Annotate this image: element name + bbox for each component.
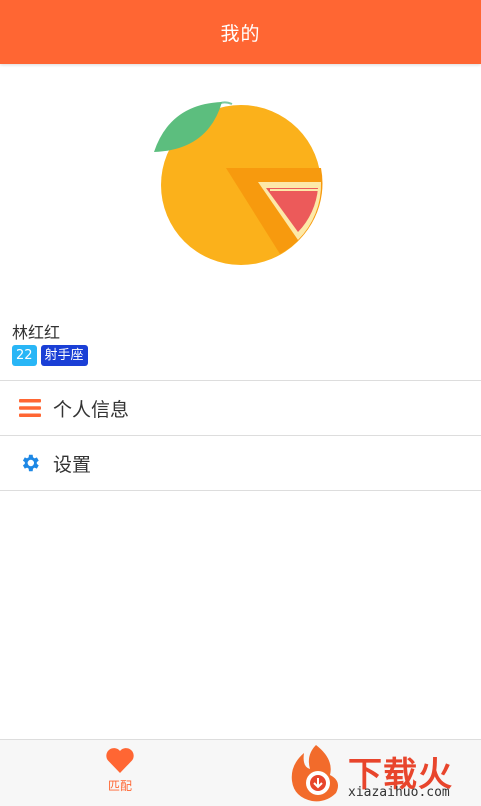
menu-item-label: 设置 (53, 453, 92, 476)
avatar[interactable] (150, 92, 330, 272)
tab-match[interactable]: 匹配 (80, 740, 160, 806)
page-title: 我的 (220, 22, 261, 45)
watermark-logo: 下载火 xiazaihuo.com (286, 741, 481, 805)
menu-item-personal-info[interactable]: 个人信息 (0, 381, 481, 436)
age-badge: 22 (12, 345, 37, 366)
watermark-url: xiazaihuo.com (348, 785, 450, 800)
zodiac-badge: 射手座 (40, 345, 88, 366)
profile-tags: 22 射手座 (12, 345, 88, 366)
orange-avatar-icon (154, 101, 323, 265)
list-icon (18, 396, 42, 420)
gear-icon (18, 451, 42, 475)
flame-logo-icon (291, 745, 338, 802)
user-name: 林红红 (12, 323, 61, 342)
heart-icon (105, 747, 135, 777)
settings-menu: 个人信息 设置 (0, 380, 481, 491)
tab-label: 匹配 (107, 779, 132, 793)
menu-item-label: 个人信息 (53, 398, 130, 421)
menu-item-settings[interactable]: 设置 (0, 436, 481, 491)
top-app-bar: 我的 (0, 0, 481, 64)
